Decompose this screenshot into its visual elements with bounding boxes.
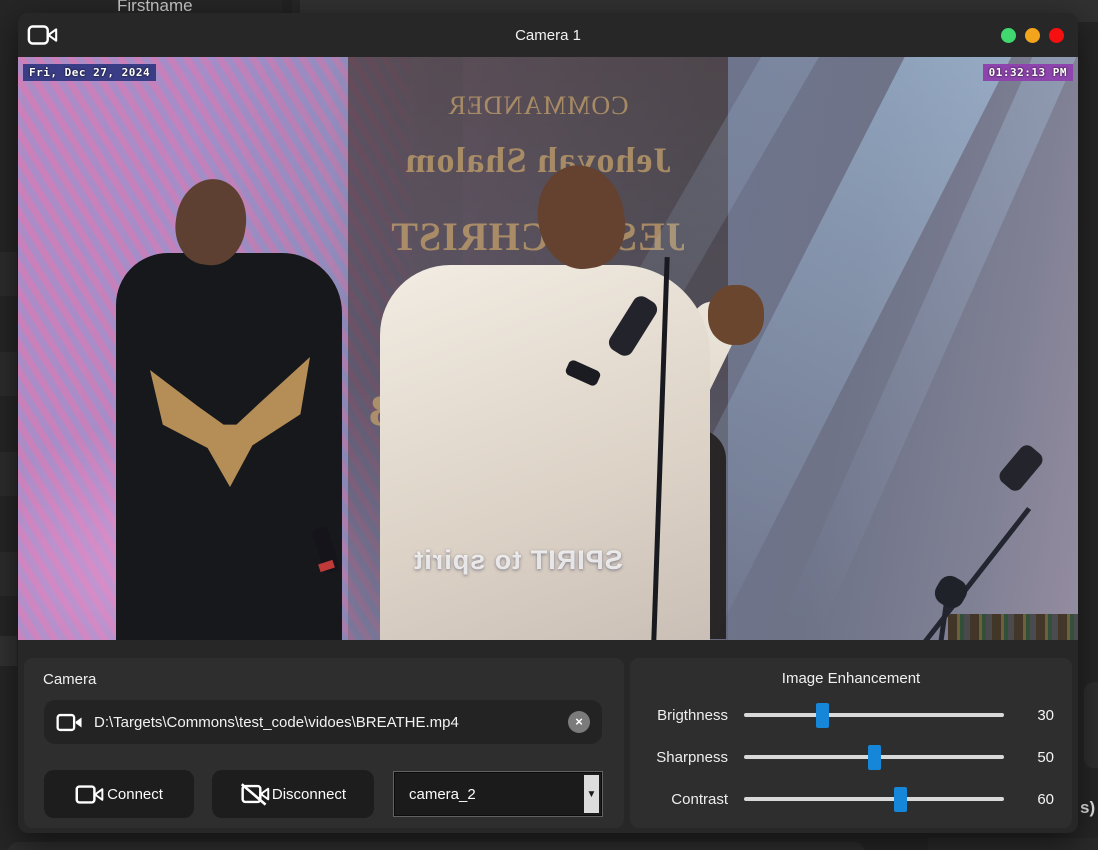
enhancement-title: Image Enhancement <box>648 670 1054 687</box>
brightness-slider-row: Brigthness 30 <box>648 701 1054 729</box>
video-camera-off-icon <box>240 782 270 806</box>
window-title: Camera 1 <box>18 27 1078 44</box>
brightness-slider-handle[interactable] <box>816 703 829 728</box>
connect-button[interactable]: Connect <box>44 770 194 818</box>
background-row <box>0 252 17 296</box>
contrast-label: Contrast <box>648 791 728 808</box>
sharpness-slider-row: Sharpness 50 <box>648 743 1054 771</box>
close-light-button[interactable] <box>1049 28 1064 43</box>
video-camera-icon <box>56 712 84 733</box>
source-path-input[interactable]: D:\Targets\Commons\test_code\vidoes\BREA… <box>44 700 602 744</box>
contrast-slider-handle[interactable] <box>894 787 907 812</box>
minimize-light-button[interactable] <box>1001 28 1016 43</box>
mic-on-stand <box>996 442 1045 494</box>
date-overlay: Fri, Dec 27, 2024 <box>23 64 156 81</box>
video-feed: COMMANDER Jehovah Shalom JESUS CHRIST Fa… <box>18 57 1078 640</box>
mic-clip <box>931 572 972 613</box>
window-titlebar[interactable]: Camera 1 <box>18 13 1078 57</box>
sharpness-slider[interactable] <box>744 743 1004 771</box>
video-camera-icon <box>75 783 105 806</box>
background-panel-bottom <box>8 842 864 850</box>
sharpness-value: 50 <box>1020 749 1054 766</box>
contrast-slider[interactable] <box>744 785 1004 813</box>
background-panel-bottom <box>928 838 1098 850</box>
background-row <box>0 352 17 396</box>
connect-button-label: Connect <box>107 786 163 803</box>
background-button-edge <box>1084 682 1098 768</box>
brightness-value: 30 <box>1020 707 1054 724</box>
maximize-light-button[interactable] <box>1025 28 1040 43</box>
brightness-label: Brigthness <box>648 707 728 724</box>
keyboard-equipment <box>948 614 1078 640</box>
camera-panel: Camera D:\Targets\Commons\test_code\vido… <box>24 658 624 828</box>
contrast-slider-row: Contrast 60 <box>648 785 1054 813</box>
slider-track[interactable] <box>744 797 1004 801</box>
lyrics-subtitle-mirrored: SPIRIT to spirit <box>18 545 1018 576</box>
image-enhancement-panel: Image Enhancement Brigthness 30 Sharpnes… <box>630 658 1072 828</box>
time-overlay: 01:32:13 PM <box>983 64 1073 81</box>
disconnect-button-label: Disconnect <box>272 786 346 803</box>
disconnect-button[interactable]: Disconnect <box>212 770 374 818</box>
clear-path-button[interactable]: × <box>568 711 590 733</box>
camera-panel-label: Camera <box>43 671 624 688</box>
chevron-down-icon: ▼ <box>584 775 599 813</box>
camera-select-value: camera_2 <box>409 786 476 803</box>
camera-select-dropdown[interactable]: camera_2 ▼ <box>394 772 602 816</box>
source-path-value: D:\Targets\Commons\test_code\vidoes\BREA… <box>94 714 459 731</box>
background-row <box>0 552 17 596</box>
sharpness-label: Sharpness <box>648 749 728 766</box>
sharpness-slider-handle[interactable] <box>868 745 881 770</box>
singer-right-fist <box>708 285 764 345</box>
background-row <box>0 636 17 666</box>
background-row <box>0 452 17 496</box>
camera-app-window: Camera 1 COMMANDER Jehovah Shalom JESUS … <box>18 13 1078 833</box>
brightness-slider[interactable] <box>744 701 1004 729</box>
background-partial-text: s) <box>1080 798 1095 818</box>
slider-track[interactable] <box>744 713 1004 717</box>
contrast-value: 60 <box>1020 791 1054 808</box>
